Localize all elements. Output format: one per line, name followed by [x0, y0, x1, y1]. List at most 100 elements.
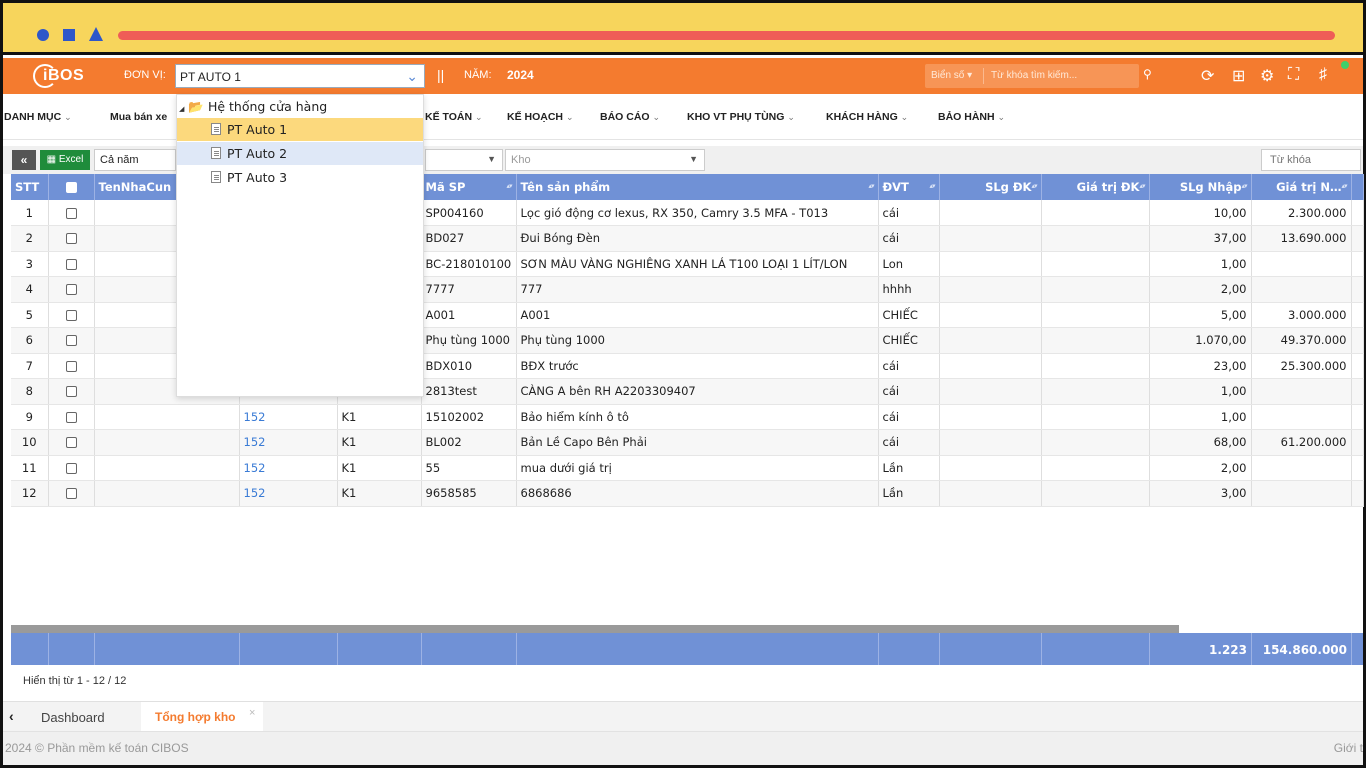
expand-triangle-icon[interactable]: ◢	[179, 105, 184, 113]
logo[interactable]: iBOS	[33, 64, 93, 88]
menu-mua-ban-xe[interactable]: Mua bán xe	[110, 111, 167, 123]
row-checkbox[interactable]	[48, 378, 95, 405]
row-checkbox[interactable]	[48, 429, 95, 456]
row-gia-tri-dk	[1041, 225, 1150, 252]
row-select-checkbox[interactable]	[65, 411, 77, 423]
select-all-checkbox[interactable]	[65, 182, 77, 193]
menu-danh-muc[interactable]: DANH MỤC ⌄	[4, 111, 72, 123]
row-checkbox[interactable]	[48, 251, 95, 277]
account-filter-select[interactable]: ▼	[425, 149, 503, 171]
footer-right-link[interactable]: Giới t	[1334, 741, 1363, 755]
close-icon[interactable]: ×	[249, 707, 255, 719]
menu-bao-cao[interactable]: BÁO CÁO ⌄	[600, 111, 660, 123]
plate-search-box[interactable]: Biển số ▾ Từ khóa tìm kiếm...	[925, 64, 1139, 88]
table-row[interactable]: 10 152 K1 BL002 Bản Lề Capo Bên Phải cái 68,00…	[11, 429, 1364, 456]
row-select-checkbox[interactable]	[65, 488, 77, 500]
menu-bao-hanh[interactable]: BẢO HÀNH ⌄	[938, 111, 1005, 123]
unit-select[interactable]: PT AUTO 1 ⌄	[175, 64, 425, 88]
tree-item-pt-auto-3[interactable]: PT Auto 3	[177, 166, 423, 189]
row-slg-nhap: 2,00	[1149, 276, 1252, 303]
tree-item-pt-auto-2[interactable]: PT Auto 2	[177, 142, 423, 165]
row-kho: K1	[337, 480, 422, 507]
row-select-checkbox[interactable]	[65, 360, 77, 372]
keyword-input[interactable]	[1261, 149, 1361, 171]
row-select-checkbox[interactable]	[65, 258, 77, 270]
tree-root-node[interactable]: ◢ 📂 Hệ thống cửa hàng	[179, 97, 327, 117]
col-gia-tri-nhap[interactable]: Giá trị N…	[1251, 174, 1352, 200]
row-checkbox[interactable]	[48, 302, 95, 328]
row-gia-tri-dk	[1041, 327, 1150, 354]
col-ten-san-pham[interactable]: Tên sản phẩm	[516, 174, 879, 200]
row-checkbox[interactable]	[48, 200, 95, 226]
plate-filter-dropdown[interactable]: Biển số ▾	[931, 70, 972, 81]
row-ten-san-pham: BĐX trước	[516, 353, 879, 379]
row-checkbox[interactable]	[48, 404, 95, 430]
col-dvt[interactable]: ĐVT	[878, 174, 940, 200]
row-select-checkbox[interactable]	[65, 309, 77, 321]
table-row[interactable]: 11 152 K1 55 mua dưới giá trị Lần 2,00	[11, 455, 1364, 481]
search-icon[interactable]: ⚲	[1143, 67, 1152, 81]
menu-ke-hoach[interactable]: KẾ HOẠCH ⌄	[507, 111, 573, 123]
tab-dashboard[interactable]: Dashboard	[41, 710, 105, 725]
row-select-checkbox[interactable]	[65, 437, 77, 449]
row-more	[1351, 200, 1364, 226]
row-ma-sp: A001	[421, 302, 517, 328]
row-slg-nhap: 37,00	[1149, 225, 1252, 252]
tree-item-pt-auto-1[interactable]: PT Auto 1	[177, 118, 423, 141]
menu-kho-vt-phu-tung[interactable]: KHO VT PHỤ TÙNG ⌄	[687, 111, 795, 123]
row-select-checkbox[interactable]	[65, 207, 77, 219]
row-select-checkbox[interactable]	[65, 284, 77, 296]
row-checkbox[interactable]	[48, 480, 95, 507]
col-slg-dk[interactable]: SLg ĐK	[939, 174, 1042, 200]
row-ten-san-pham: Lọc gió động cơ lexus, RX 350, Camry 3.5…	[516, 200, 879, 226]
col-slg-nhap[interactable]: SLg Nhập	[1149, 174, 1252, 200]
col-ma-sp[interactable]: Mã SP	[421, 174, 517, 200]
row-gia-tri-nhap	[1251, 378, 1352, 405]
fullscreen-icon[interactable]: ⛶	[1288, 66, 1299, 84]
horizontal-scrollbar[interactable]	[11, 625, 1179, 633]
document-icon	[211, 171, 221, 183]
tab-tong-hop-kho[interactable]: Tổng hợp kho ×	[141, 702, 263, 732]
period-select[interactable]: Cả năm	[94, 149, 176, 171]
warehouse-select[interactable]: Kho ▼	[505, 149, 705, 171]
year-value[interactable]: 2024	[507, 68, 534, 82]
row-gia-tri-nhap	[1251, 251, 1352, 277]
menu-ke-toan[interactable]: KẾ TOÁN ⌄	[425, 111, 483, 123]
row-checkbox[interactable]	[48, 327, 95, 354]
tab-scroll-left-button[interactable]: ‹	[9, 708, 14, 724]
table-row[interactable]: 12 152 K1 9658585 6868686 Lần 3,00	[11, 480, 1364, 507]
grid-icon[interactable]: ⊞	[1232, 66, 1245, 86]
row-slg-dk	[939, 353, 1042, 379]
row-dvt: Lần	[878, 480, 940, 507]
row-checkbox[interactable]	[48, 353, 95, 379]
menu-khach-hang[interactable]: KHÁCH HÀNG ⌄	[826, 111, 908, 123]
row-slg-nhap: 2,00	[1149, 455, 1252, 481]
row-kho: K1	[337, 429, 422, 456]
col-more[interactable]	[1351, 174, 1364, 200]
gear-icon[interactable]: ⚙	[1260, 66, 1274, 86]
global-search-input[interactable]: Từ khóa tìm kiếm...	[991, 70, 1077, 81]
row-checkbox[interactable]	[48, 455, 95, 481]
row-gia-tri-nhap: 61.200.000	[1251, 429, 1352, 456]
table-row[interactable]: 9 152 K1 15102002 Bảo hiểm kính ô tô cái 1,00	[11, 404, 1364, 430]
row-stt: 6	[11, 327, 49, 354]
row-select-checkbox[interactable]	[65, 386, 77, 398]
col-gia-tri-dk[interactable]: Giá trị ĐK	[1041, 174, 1150, 200]
row-select-checkbox[interactable]	[65, 233, 77, 245]
row-stt: 10	[11, 429, 49, 456]
row-ma-sp: Phụ tùng 1000	[421, 327, 517, 354]
row-gia-tri-dk	[1041, 378, 1150, 405]
collapse-button[interactable]: «	[12, 150, 36, 170]
row-slg-nhap: 1.070,00	[1149, 327, 1252, 354]
col-select-all[interactable]	[48, 174, 95, 200]
row-select-checkbox[interactable]	[65, 462, 77, 474]
row-checkbox[interactable]	[48, 276, 95, 303]
refresh-icon[interactable]: ⟳	[1201, 66, 1214, 86]
row-stt: 2	[11, 225, 49, 252]
bell-icon[interactable]: ♯	[1319, 66, 1327, 84]
row-select-checkbox[interactable]	[65, 335, 77, 347]
row-checkbox[interactable]	[48, 225, 95, 252]
excel-export-button[interactable]: ▦ Excel	[40, 150, 90, 170]
col-stt[interactable]: STT	[11, 174, 49, 200]
row-dvt: CHIẾC	[878, 327, 940, 354]
